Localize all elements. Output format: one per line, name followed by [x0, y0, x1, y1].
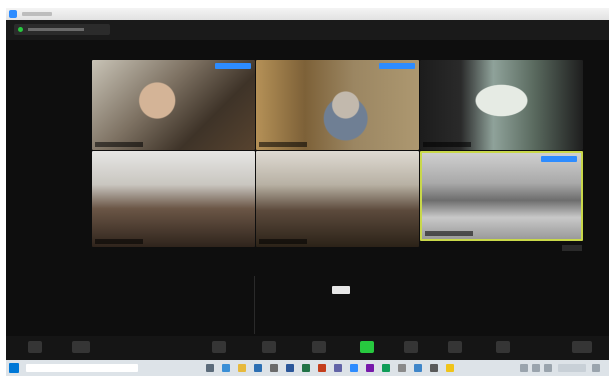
browser-icon[interactable] [222, 364, 230, 372]
video-tile-1[interactable] [92, 60, 255, 150]
video-tile-4[interactable] [92, 151, 255, 247]
clock-area[interactable] [558, 364, 586, 372]
reactions-icon[interactable] [448, 341, 462, 353]
tray-overflow-icon[interactable] [520, 364, 528, 372]
network-icon[interactable] [532, 364, 540, 372]
end-meeting-button[interactable] [572, 341, 592, 353]
stop-video-icon[interactable] [72, 341, 90, 353]
meeting-controls-bar [6, 336, 609, 360]
zoom-app-icon [9, 10, 17, 18]
participants-icon[interactable] [262, 341, 276, 353]
excel-icon[interactable] [302, 364, 310, 372]
onenote-icon[interactable] [366, 364, 374, 372]
participant-name-tag [95, 142, 143, 147]
camera-icon[interactable] [430, 364, 438, 372]
file-explorer-icon[interactable] [238, 364, 246, 372]
meeting-top-bar [6, 20, 609, 40]
participant-name-tag [423, 142, 471, 147]
mail-icon[interactable] [254, 364, 262, 372]
page-indicator[interactable] [332, 286, 350, 294]
title-bar [6, 8, 609, 20]
participant-name-tag [95, 239, 143, 244]
apps-icon[interactable] [496, 341, 510, 353]
meeting-info-chip[interactable] [14, 24, 110, 35]
chat-icon[interactable] [312, 341, 326, 353]
participant-status-badge [215, 63, 251, 69]
taskbar-search-box[interactable] [26, 364, 138, 372]
video-tile-6[interactable] [420, 151, 583, 241]
windows-start-icon[interactable] [9, 363, 19, 373]
video-tile-5[interactable] [256, 151, 419, 247]
notification-icon[interactable] [592, 364, 600, 372]
shield-icon [18, 27, 23, 32]
photos-icon[interactable] [382, 364, 390, 372]
participant-status-badge [379, 63, 415, 69]
notes-icon[interactable] [446, 364, 454, 372]
video-gallery [6, 40, 609, 336]
record-icon[interactable] [404, 341, 418, 353]
participant-name-tag [259, 142, 307, 147]
store-icon[interactable] [270, 364, 278, 372]
participant-name-tag [259, 239, 307, 244]
settings-icon[interactable] [398, 364, 406, 372]
windows-taskbar [6, 360, 609, 376]
share-screen-icon[interactable] [360, 341, 374, 353]
zoom-taskbar-icon[interactable] [350, 364, 358, 372]
word-icon[interactable] [286, 364, 294, 372]
divider [254, 276, 255, 334]
meeting-info-label [28, 28, 84, 31]
gallery-page-label [562, 245, 582, 251]
powerpoint-icon[interactable] [318, 364, 326, 372]
window-title [22, 12, 52, 16]
volume-icon[interactable] [544, 364, 552, 372]
video-tile-2[interactable] [256, 60, 419, 150]
mute-icon[interactable] [28, 341, 42, 353]
teams-icon[interactable] [334, 364, 342, 372]
participant-status-badge [541, 156, 577, 162]
task-view-icon[interactable] [206, 364, 214, 372]
meeting-window [6, 8, 609, 360]
video-tile-3[interactable] [420, 60, 583, 150]
security-icon[interactable] [212, 341, 226, 353]
calendar-icon[interactable] [414, 364, 422, 372]
participant-name-tag [425, 231, 473, 236]
